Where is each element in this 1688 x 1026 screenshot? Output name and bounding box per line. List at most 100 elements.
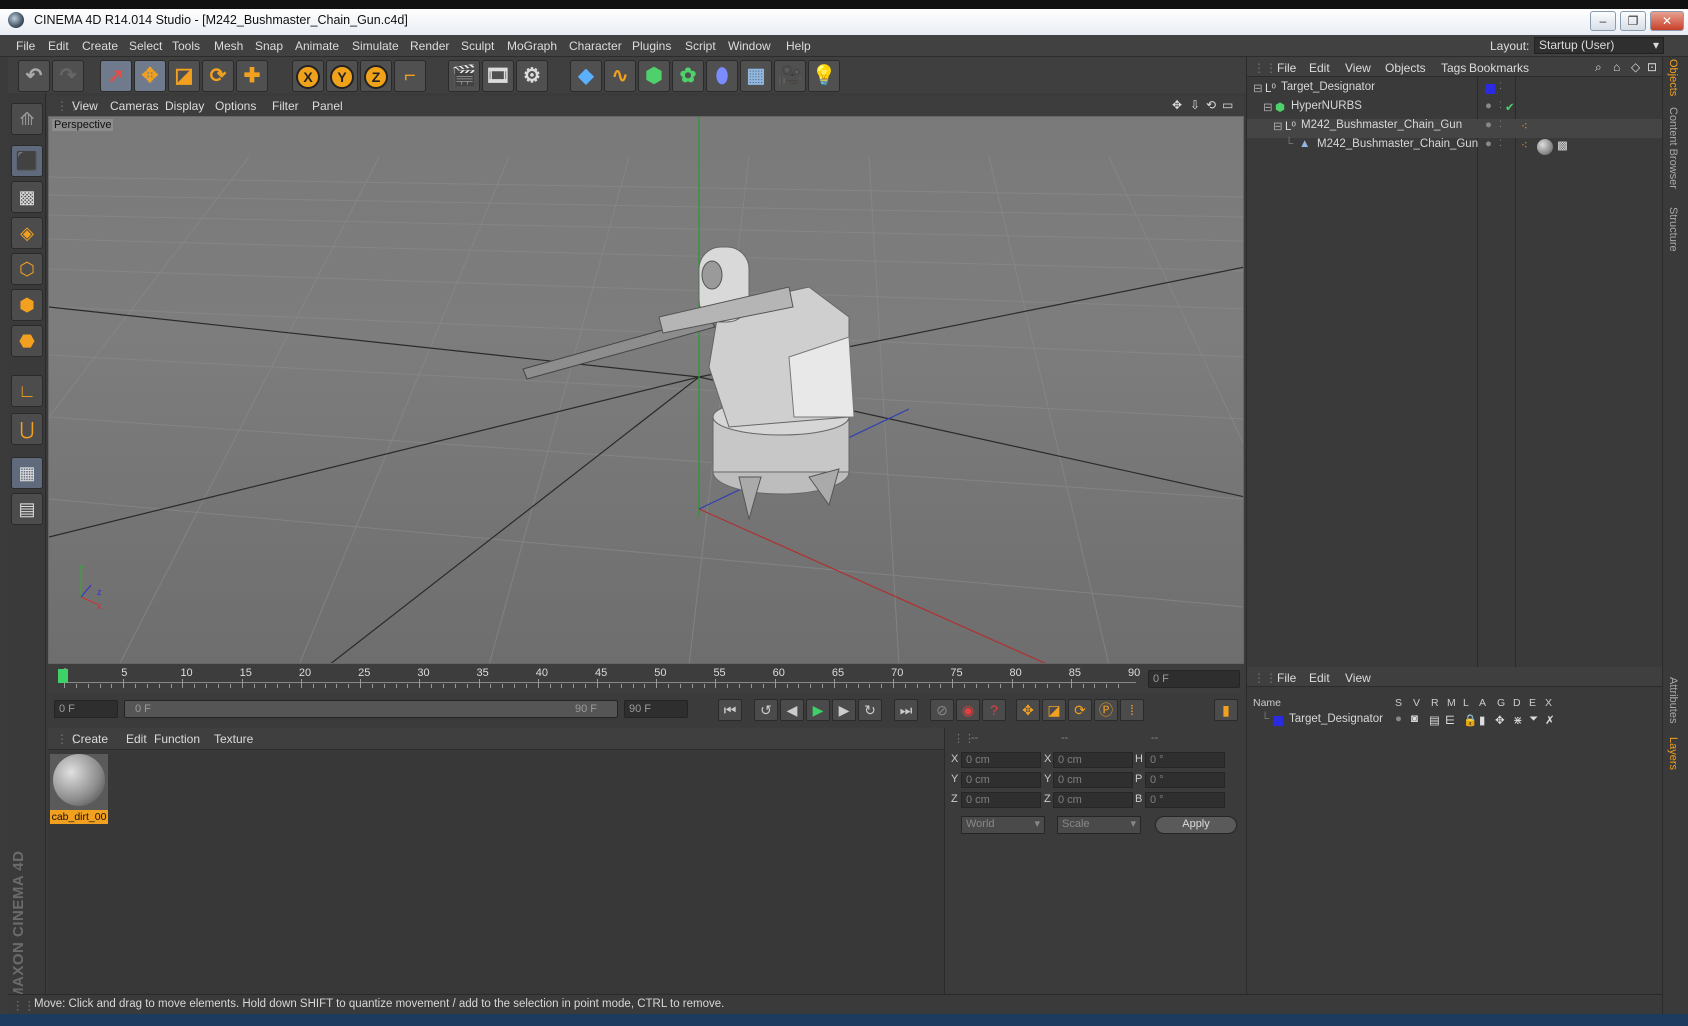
play-button[interactable]: ▶	[806, 699, 830, 721]
view-toggle-icon[interactable]: ◙	[1411, 713, 1418, 725]
manager-toggle-icon[interactable]: ⋿	[1445, 713, 1455, 727]
status-dot-icon[interactable]: ●	[1485, 100, 1492, 112]
deformer-toggle-icon[interactable]: ⋇	[1513, 713, 1523, 727]
viewport-menu-options[interactable]: Options	[215, 99, 256, 113]
material-menu-edit[interactable]: Edit	[126, 732, 147, 746]
record-rotation-button[interactable]: ⟳	[1068, 699, 1092, 721]
menu-tools[interactable]: Tools	[172, 39, 200, 53]
generator-toggle-icon[interactable]: ✥	[1495, 713, 1505, 727]
rot-p-field[interactable]: 0 °	[1145, 772, 1225, 788]
xref-toggle-icon[interactable]: ✗	[1545, 713, 1555, 727]
tab-attributes[interactable]: Attributes	[1667, 677, 1679, 723]
tab-layers[interactable]: Layers	[1667, 737, 1679, 770]
object-menu-tags[interactable]: Tags	[1441, 61, 1466, 75]
z-axis-lock-button[interactable]: Z	[360, 60, 392, 92]
array-button[interactable]: ✿	[672, 60, 704, 92]
y-axis-lock-button[interactable]: Y	[326, 60, 358, 92]
points-mode-button[interactable]: ⬡	[11, 253, 43, 285]
menu-render[interactable]: Render	[410, 39, 449, 53]
go-to-next-key-button[interactable]: ↻	[858, 699, 882, 721]
menu-mograph[interactable]: MoGraph	[507, 39, 557, 53]
viewport-menu-view[interactable]: View	[72, 99, 98, 113]
layer-menu-view[interactable]: View	[1345, 671, 1371, 685]
current-frame-field[interactable]: 0 F	[1148, 670, 1240, 688]
pos-x-field[interactable]: 0 cm	[961, 752, 1041, 768]
visibility-dots-icon[interactable]: ⁚	[1499, 119, 1502, 130]
uvw-tag-icon[interactable]: ▩	[1557, 138, 1568, 152]
object-menu-objects[interactable]: Objects	[1385, 61, 1426, 75]
layer-row[interactable]: └ Target_Designator ● ◙ ▤ ⋿ 🔒 ▮ ✥ ⋇ ⏷ ✗	[1247, 713, 1662, 732]
make-editable-button[interactable]: ⟰	[11, 103, 43, 135]
expand-icon[interactable]: ⊟	[1263, 100, 1273, 114]
axis-mode-button[interactable]: ∟	[11, 375, 43, 407]
viewport-menu-cameras[interactable]: Cameras	[110, 99, 159, 113]
tag-icon[interactable]: ⁖	[1521, 119, 1528, 133]
new-window-icon[interactable]: ⊡	[1647, 60, 1657, 74]
move-tool-button[interactable]: ✥	[134, 60, 166, 92]
record-point-level-button[interactable]: ⁞	[1120, 699, 1144, 721]
tag-icon[interactable]: ⁖	[1521, 138, 1528, 152]
deformer-button[interactable]: ⬮	[706, 60, 738, 92]
rot-b-field[interactable]: 0 °	[1145, 792, 1225, 808]
status-dot-icon[interactable]: ●	[1485, 119, 1492, 131]
menu-sculpt[interactable]: Sculpt	[461, 39, 494, 53]
snap-magnet-button[interactable]: ⋃	[11, 413, 43, 445]
spline-pen-button[interactable]: ∿	[604, 60, 636, 92]
menu-create[interactable]: Create	[82, 39, 118, 53]
column-locked[interactable]: L	[1463, 697, 1469, 709]
layer-color-swatch[interactable]	[1485, 84, 1495, 94]
material-tag-icon[interactable]	[1537, 139, 1553, 155]
workplane-mode-button[interactable]: ◈	[11, 217, 43, 249]
animation-toggle-icon[interactable]: ▮	[1479, 713, 1485, 727]
minimize-button[interactable]: –	[1590, 11, 1616, 31]
go-to-start-button[interactable]: ⏮	[718, 699, 742, 721]
live-selection-button[interactable]: ➚	[100, 60, 132, 92]
viewport-maximize-icon[interactable]: ▭	[1222, 98, 1233, 112]
size-y-field[interactable]: 0 cm	[1053, 772, 1133, 788]
record-scale-button[interactable]: ◪	[1042, 699, 1066, 721]
close-button[interactable]: ✕	[1650, 11, 1684, 31]
visibility-dots-icon[interactable]: ⁚	[1499, 138, 1502, 149]
undo-button[interactable]: ↶	[18, 60, 50, 92]
light-button[interactable]: 💡	[808, 60, 840, 92]
object-menu-bookmarks[interactable]: Bookmarks	[1469, 61, 1529, 75]
object-menu-file[interactable]: File	[1277, 61, 1296, 75]
expand-icon[interactable]: ⊟	[1253, 81, 1263, 95]
start-frame-field[interactable]: 0 F	[54, 700, 118, 718]
menu-edit[interactable]: Edit	[48, 39, 69, 53]
rot-h-field[interactable]: 0 °	[1145, 752, 1225, 768]
enabled-check-icon[interactable]: ✔	[1505, 100, 1515, 114]
pos-y-field[interactable]: 0 cm	[961, 772, 1041, 788]
size-z-field[interactable]: 0 cm	[1053, 792, 1133, 808]
object-menu-view[interactable]: View	[1345, 61, 1371, 75]
render-toggle-icon[interactable]: ▤	[1429, 713, 1440, 727]
menu-mesh[interactable]: Mesh	[214, 39, 243, 53]
edges-mode-button[interactable]: ⬢	[11, 289, 43, 321]
menu-select[interactable]: Select	[129, 39, 162, 53]
frame-range-slider[interactable]: 0 F 90 F	[124, 700, 618, 718]
pos-z-field[interactable]: 0 cm	[961, 792, 1041, 808]
record-keys-button[interactable]: ⊘	[930, 699, 954, 721]
go-to-previous-key-button[interactable]: ↺	[754, 699, 778, 721]
object-row[interactable]: └ ▲ M242_Bushmaster_Chain_Gun ● ⁚ ⁖ ▩	[1247, 138, 1662, 157]
column-animation[interactable]: A	[1479, 697, 1486, 709]
column-xref[interactable]: X	[1545, 697, 1552, 709]
redo-button[interactable]: ↷	[52, 60, 84, 92]
layer-color-swatch[interactable]	[1273, 716, 1283, 726]
viewport-menu-panel[interactable]: Panel	[312, 99, 343, 113]
cube-object-button[interactable]: ◆	[570, 60, 602, 92]
step-forward-button[interactable]: ▶	[832, 699, 856, 721]
menu-help[interactable]: Help	[786, 39, 811, 53]
material-swatch[interactable]: cab_dirt_00	[50, 752, 108, 824]
workplane-lock-button[interactable]: ▦	[11, 457, 43, 489]
column-solo[interactable]: S	[1395, 697, 1402, 709]
size-x-field[interactable]: 0 cm	[1053, 752, 1133, 768]
maximize-button[interactable]: ❐	[1620, 11, 1646, 31]
menu-window[interactable]: Window	[728, 39, 771, 53]
search-icon[interactable]: ⌕	[1595, 60, 1602, 75]
nurbs-button[interactable]: ⬢	[638, 60, 670, 92]
polygons-mode-button[interactable]: ⬣	[11, 325, 43, 357]
timeline-layout-button[interactable]: ▮	[1214, 699, 1238, 721]
viewport-zoom-icon[interactable]: ⇩	[1190, 98, 1200, 112]
viewport-rotate-icon[interactable]: ⟲	[1206, 98, 1216, 112]
